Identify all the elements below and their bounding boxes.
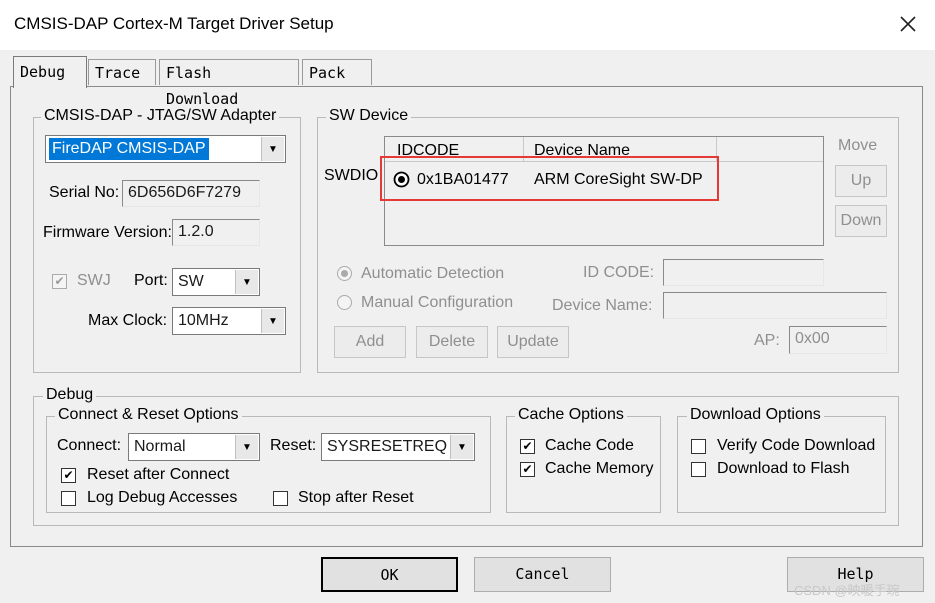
idcode-input[interactable] bbox=[663, 259, 824, 286]
reset-value: SYSRESETREQ bbox=[327, 438, 448, 455]
chevron-down-icon[interactable]: ▼ bbox=[450, 435, 473, 459]
auto-detection-label: Automatic Detection bbox=[361, 265, 505, 282]
reset-label: Reset: bbox=[270, 437, 317, 454]
move-up-button[interactable]: Up bbox=[835, 165, 887, 197]
verify-download-checkbox[interactable] bbox=[691, 439, 706, 454]
reset-after-connect-label: Reset after Connect bbox=[87, 466, 230, 483]
devicename-input[interactable] bbox=[663, 292, 887, 319]
tab-debug[interactable]: Debug bbox=[13, 56, 87, 88]
update-button[interactable]: Update bbox=[497, 326, 569, 358]
maxclock-value: 10MHz bbox=[178, 312, 229, 329]
swj-label: SWJ bbox=[77, 272, 111, 289]
move-down-button[interactable]: Down bbox=[835, 205, 887, 237]
ap-label: AP: bbox=[754, 332, 780, 349]
adapter-selected-value: FireDAP CMSIS-DAP bbox=[49, 138, 209, 160]
download-to-flash-checkbox[interactable] bbox=[691, 462, 706, 477]
connect-value: Normal bbox=[134, 438, 186, 455]
delete-button[interactable]: Delete bbox=[416, 326, 488, 358]
highlight-box bbox=[380, 156, 719, 201]
stop-after-reset-label: Stop after Reset bbox=[298, 489, 414, 506]
tab-flash-download[interactable]: Flash Download bbox=[159, 59, 299, 108]
debug-group-title: Debug bbox=[43, 386, 97, 404]
firmware-field: 1.2.0 bbox=[172, 219, 260, 246]
manual-config-radio[interactable] bbox=[337, 295, 352, 310]
serial-field: 6D656D6F7279 bbox=[122, 180, 260, 207]
maxclock-label: Max Clock: bbox=[88, 312, 168, 329]
chevron-down-icon[interactable]: ▼ bbox=[235, 270, 258, 294]
move-label: Move bbox=[838, 137, 878, 154]
download-options-title: Download Options bbox=[687, 406, 824, 424]
devicename-label: Device Name: bbox=[552, 297, 653, 314]
connect-reset-title: Connect & Reset Options bbox=[55, 406, 242, 424]
connect-select[interactable]: Normal ▼ bbox=[128, 433, 260, 461]
add-button[interactable]: Add bbox=[334, 326, 406, 358]
chevron-down-icon[interactable]: ▼ bbox=[261, 309, 284, 333]
cancel-button[interactable]: Cancel bbox=[474, 557, 611, 592]
swj-checkbox[interactable]: ✔ bbox=[52, 274, 67, 289]
connect-label: Connect: bbox=[57, 437, 122, 454]
log-debug-accesses-label: Log Debug Accesses bbox=[87, 489, 238, 506]
watermark: CSDN @映暖手琬 bbox=[794, 583, 900, 598]
log-debug-accesses-checkbox[interactable] bbox=[61, 491, 76, 506]
chevron-down-icon[interactable]: ▼ bbox=[235, 435, 258, 459]
ap-input[interactable]: 0x00 bbox=[789, 326, 887, 354]
serial-label: Serial No: bbox=[49, 184, 120, 201]
sw-device-title: SW Device bbox=[326, 107, 412, 125]
cache-options-title: Cache Options bbox=[515, 406, 627, 424]
firmware-label: Firmware Version: bbox=[43, 224, 172, 241]
port-label: Port: bbox=[134, 272, 168, 289]
ok-button[interactable]: OK bbox=[321, 557, 458, 592]
verify-download-label: Verify Code Download bbox=[717, 437, 876, 454]
cache-memory-checkbox[interactable]: ✔ bbox=[520, 462, 535, 477]
cache-code-checkbox[interactable]: ✔ bbox=[520, 439, 535, 454]
tab-pack[interactable]: Pack bbox=[302, 59, 372, 85]
swdio-label: SWDIO bbox=[324, 167, 379, 184]
auto-detection-radio[interactable] bbox=[337, 266, 352, 281]
chevron-down-icon[interactable]: ▼ bbox=[261, 137, 284, 161]
reset-select[interactable]: SYSRESETREQ ▼ bbox=[321, 433, 475, 461]
port-value: SW bbox=[178, 273, 204, 290]
port-select[interactable]: SW ▼ bbox=[172, 268, 260, 296]
tab-trace[interactable]: Trace bbox=[88, 59, 156, 85]
close-icon[interactable] bbox=[893, 10, 923, 38]
reset-after-connect-checkbox[interactable]: ✔ bbox=[61, 468, 76, 483]
stop-after-reset-checkbox[interactable] bbox=[273, 491, 288, 506]
manual-config-label: Manual Configuration bbox=[361, 294, 514, 311]
cache-code-label: Cache Code bbox=[545, 437, 634, 454]
adapter-select[interactable]: FireDAP CMSIS-DAP ▼ bbox=[45, 135, 286, 163]
cache-memory-label: Cache Memory bbox=[545, 460, 654, 477]
adapter-group-title: CMSIS-DAP - JTAG/SW Adapter bbox=[41, 107, 280, 125]
idcode-label: ID CODE: bbox=[583, 264, 655, 281]
window-title: CMSIS-DAP Cortex-M Target Driver Setup bbox=[14, 14, 334, 33]
maxclock-select[interactable]: 10MHz ▼ bbox=[172, 307, 286, 335]
download-to-flash-label: Download to Flash bbox=[717, 460, 850, 477]
